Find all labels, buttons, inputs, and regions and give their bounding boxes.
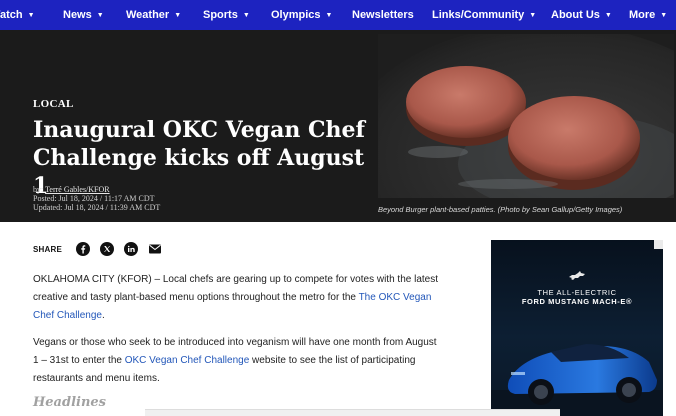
article-hero: LOCAL Inaugural OKC Vegan Chef Challenge… xyxy=(0,30,676,222)
linkedin-icon[interactable] xyxy=(124,242,139,256)
bottom-banner xyxy=(145,409,560,416)
nav-item-links-community[interactable]: Links/Community ▼ xyxy=(432,0,536,30)
nav-item-label: Links/Community xyxy=(432,9,525,21)
article-paragraph-2: Vegans or those who seek to be introduce… xyxy=(33,334,443,388)
nav-item-about-us[interactable]: About Us ▼ xyxy=(551,0,612,30)
nav-item-label: Watch xyxy=(0,9,23,21)
article-paragraph-1: OKLAHOMA CITY (KFOR) – Local chefs are g… xyxy=(33,271,443,325)
chevron-down-icon: ▼ xyxy=(529,11,537,19)
nav-item-weather[interactable]: Weather ▼ xyxy=(126,0,181,30)
nav-item-newsletters[interactable]: Newsletters xyxy=(352,0,414,30)
photo-caption: Beyond Burger plant-based patties. (Phot… xyxy=(378,205,623,214)
email-icon[interactable] xyxy=(148,242,162,256)
author-link[interactable]: Terré Gables/KFOR xyxy=(45,185,110,194)
article-photo xyxy=(378,34,674,198)
byline-prefix: by: xyxy=(33,185,46,194)
paragraph-1-end: . xyxy=(101,310,105,321)
share-bar: SHARE xyxy=(33,240,172,258)
chevron-down-icon: ▼ xyxy=(174,11,182,19)
nav-item-label: News xyxy=(63,9,92,21)
nav-item-watch[interactable]: Watch ▼ xyxy=(0,0,35,30)
share-label: SHARE xyxy=(33,244,63,254)
nav-item-label: More xyxy=(629,9,656,21)
advertisement[interactable]: THE ALL-ELECTRIC FORD MUSTANG MACH-E® xyxy=(491,240,663,416)
nav-item-news[interactable]: News ▼ xyxy=(63,0,104,30)
veggie-patties-image xyxy=(378,34,674,198)
nav-item-label: Newsletters xyxy=(352,9,414,21)
x-icon[interactable] xyxy=(100,242,115,256)
top-navigation: Watch ▼ News ▼ Weather ▼ Sports ▼ Olympics ▼ Newsl… xyxy=(0,0,676,30)
updated-date: Updated: Jul 18, 2024 / 11:39 AM CDT xyxy=(33,203,161,212)
posted-date: Posted: Jul 18, 2024 / 11:17 AM CDT xyxy=(33,194,155,203)
facebook-icon[interactable] xyxy=(76,242,91,256)
nav-item-label: Weather xyxy=(126,9,170,21)
nav-item-label: Sports xyxy=(203,9,238,21)
chevron-down-icon: ▼ xyxy=(96,11,104,19)
chevron-down-icon: ▼ xyxy=(242,11,250,19)
chevron-down-icon: ▼ xyxy=(27,11,35,19)
byline: by: Terré Gables/KFOR xyxy=(33,185,160,194)
nav-item-label: About Us xyxy=(551,9,600,21)
nav-item-olympics[interactable]: Olympics ▼ xyxy=(271,0,332,30)
vegan-chef-challenge-link-2[interactable]: OKC Vegan Chef Challenge xyxy=(125,355,250,366)
nav-item-more[interactable]: More ▼ xyxy=(629,0,667,30)
article-meta: by: Terré Gables/KFOR Posted: Jul 18, 20… xyxy=(33,185,160,212)
section-kicker[interactable]: LOCAL xyxy=(33,98,74,110)
headlines-section-label: Headlines xyxy=(33,395,106,410)
ad-car-image xyxy=(491,344,663,416)
chevron-down-icon: ▼ xyxy=(325,11,333,19)
chevron-down-icon: ▼ xyxy=(604,11,612,19)
chevron-down-icon: ▼ xyxy=(660,11,668,19)
nav-item-sports[interactable]: Sports ▼ xyxy=(203,0,250,30)
nav-item-label: Olympics xyxy=(271,9,321,21)
